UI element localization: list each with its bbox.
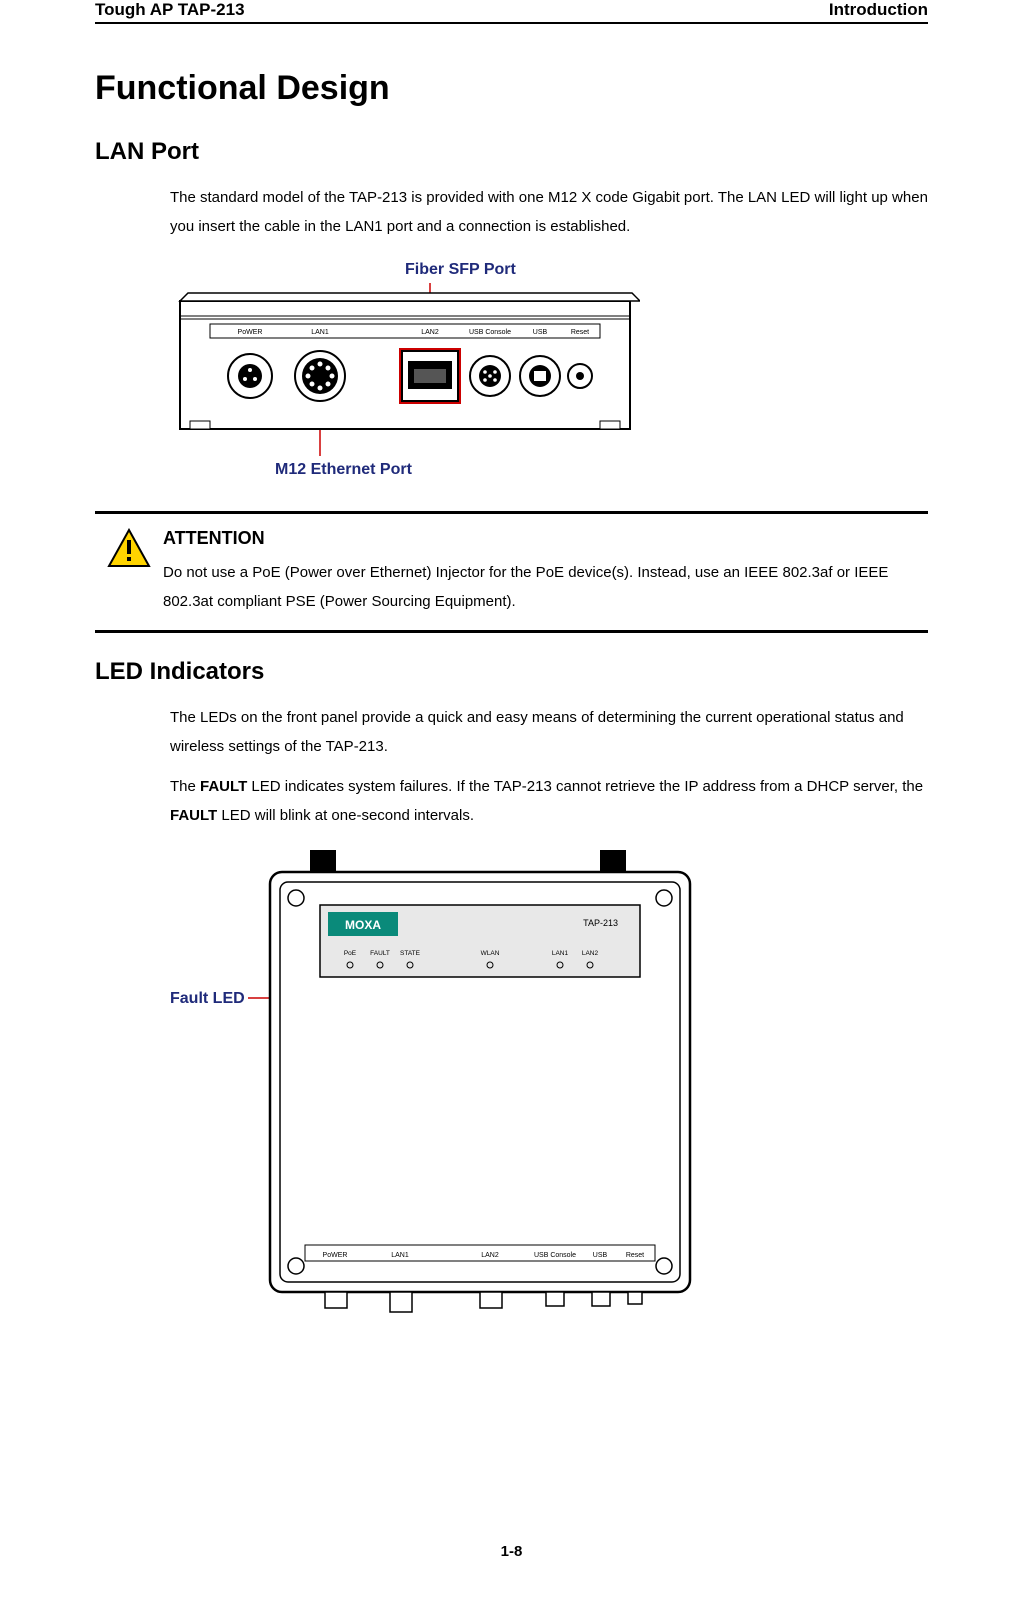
svg-text:USB: USB — [533, 329, 548, 336]
svg-text:LAN2: LAN2 — [421, 329, 439, 336]
svg-text:LAN2: LAN2 — [481, 1252, 499, 1259]
attention-title: ATTENTION — [163, 528, 928, 549]
lan-port-paragraph: The standard model of the TAP-213 is pro… — [170, 184, 928, 241]
page-number: 1-8 — [0, 1543, 1023, 1560]
svg-text:USB Console: USB Console — [469, 329, 511, 336]
fault-led-label: Fault LED — [170, 990, 245, 1008]
device-bottom-view-icon: PoWER LAN1 LAN2 USB Console USB Reset — [170, 261, 640, 481]
svg-text:PoWER: PoWER — [323, 1252, 348, 1259]
svg-text:USB Console: USB Console — [534, 1252, 576, 1259]
led-para-2: The FAULT LED indicates system failures.… — [170, 773, 928, 830]
svg-text:WLAN: WLAN — [481, 950, 500, 957]
svg-text:STATE: STATE — [400, 950, 421, 957]
led-indicators-diagram: Fault LED MOXA — [170, 850, 928, 1370]
svg-text:LAN2: LAN2 — [582, 950, 599, 957]
svg-text:LAN1: LAN1 — [391, 1252, 409, 1259]
page-header: Tough AP TAP-213 Introduction — [95, 0, 928, 24]
svg-text:PoE: PoE — [344, 950, 357, 957]
warning-icon — [107, 528, 151, 568]
svg-text:PoWER: PoWER — [238, 329, 263, 336]
fiber-sfp-port-label: Fiber SFP Port — [405, 261, 516, 279]
m12-ethernet-port-label: M12 Ethernet Port — [275, 461, 412, 479]
header-right: Introduction — [829, 0, 928, 20]
led-indicators-heading: LED Indicators — [95, 658, 928, 686]
svg-text:FAULT: FAULT — [370, 950, 390, 957]
header-left: Tough AP TAP-213 — [95, 0, 245, 20]
lan-port-heading: LAN Port — [95, 138, 928, 166]
attention-callout: ATTENTION Do not use a PoE (Power over E… — [95, 511, 928, 633]
attention-body: Do not use a PoE (Power over Ethernet) I… — [163, 559, 928, 616]
svg-text:Reset: Reset — [626, 1252, 644, 1259]
main-heading: Functional Design — [95, 69, 928, 108]
svg-text:USB: USB — [593, 1252, 608, 1259]
svg-text:TAP-213: TAP-213 — [583, 918, 618, 928]
svg-text:LAN1: LAN1 — [552, 950, 569, 957]
led-para-1: The LEDs on the front panel provide a qu… — [170, 704, 928, 761]
device-front-view-icon: MOXA TAP-213 PoE FAULT STATE WLAN LAN1 L… — [170, 850, 710, 1350]
svg-text:MOXA: MOXA — [345, 918, 381, 932]
lan-port-diagram: Fiber SFP Port PoWER LAN1 LAN2 — [170, 261, 928, 481]
svg-text:LAN1: LAN1 — [311, 329, 329, 336]
svg-text:Reset: Reset — [571, 329, 589, 336]
